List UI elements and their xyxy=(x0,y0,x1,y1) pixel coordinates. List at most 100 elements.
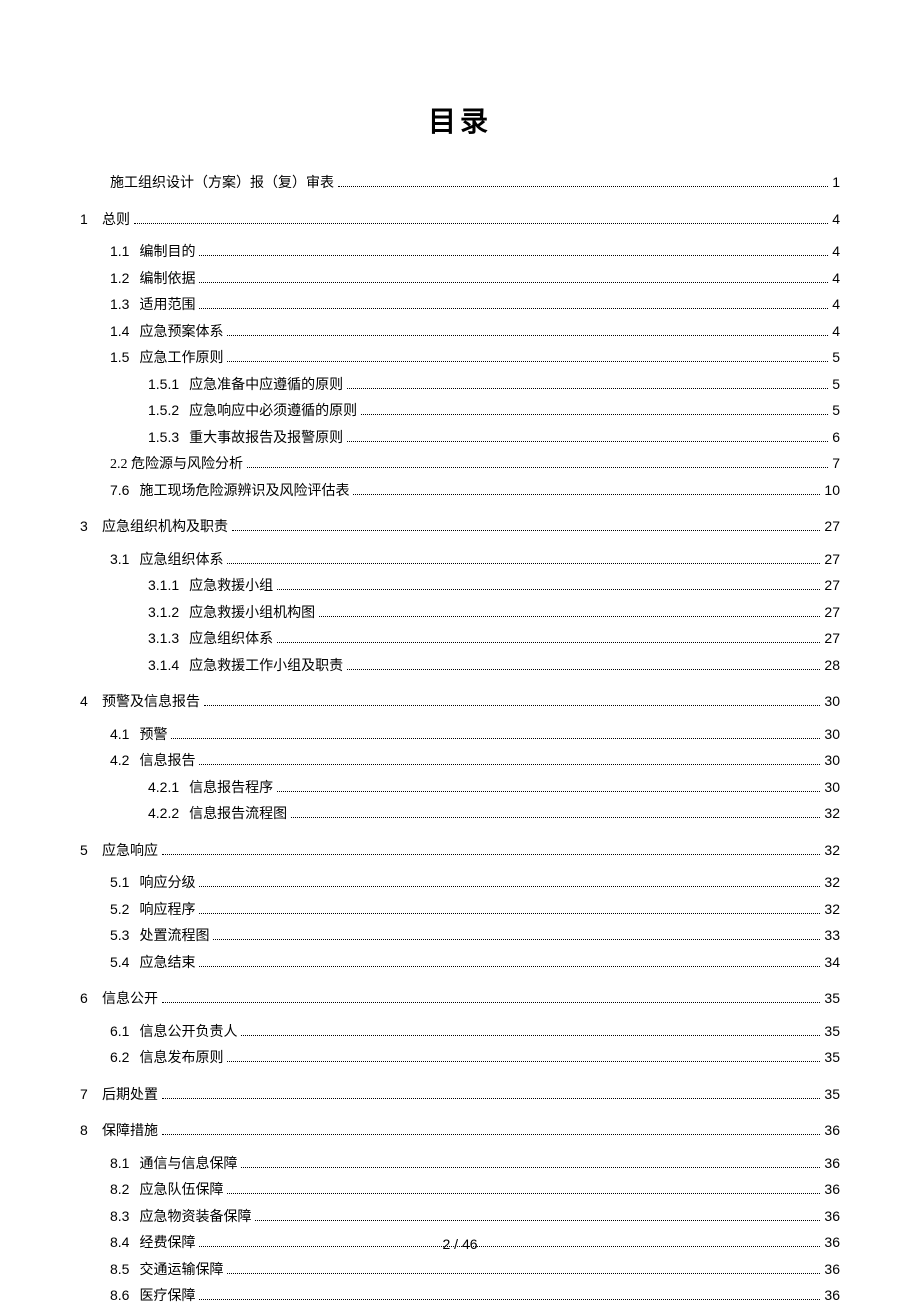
toc-entry: 1.1编制目的4 xyxy=(80,239,840,266)
toc-page-number: 35 xyxy=(824,986,840,1011)
toc-chapter-number: 3 xyxy=(80,514,102,539)
toc-section-title: 编制目的 xyxy=(139,241,195,266)
toc-page-number: 27 xyxy=(824,600,840,625)
toc-leader-dots xyxy=(134,223,828,224)
toc-page-number: 36 xyxy=(824,1151,840,1176)
toc-leader-dots xyxy=(213,939,820,940)
toc-section-number: 3.1 xyxy=(110,547,129,572)
toc-section-number: 5.3 xyxy=(110,923,129,948)
toc-section-title: 信息公开负责人 xyxy=(139,1021,237,1046)
toc-subsection-title: 应急准备中应遵循的原则 xyxy=(189,374,343,399)
toc-page-number: 4 xyxy=(832,207,840,232)
toc-section-title: 信息报告 xyxy=(139,750,195,775)
toc-leader-dots xyxy=(255,1220,820,1221)
toc-subsection-title: 应急救援小组 xyxy=(189,575,273,600)
toc-chapter-title: 信息公开 xyxy=(102,988,158,1013)
toc-section-title: 处置流程图 xyxy=(139,925,209,950)
toc-page-number: 5 xyxy=(832,398,840,423)
toc-entry: 8.3应急物资装备保障36 xyxy=(80,1204,840,1231)
toc-chapter-title: 应急响应 xyxy=(102,840,158,865)
toc-page-number: 4 xyxy=(832,266,840,291)
toc-section-number: 6.1 xyxy=(110,1019,129,1044)
toc-chapter-number: 1 xyxy=(80,207,102,232)
toc-subsection-title: 应急救援工作小组及职责 xyxy=(189,655,343,680)
toc-leader-dots xyxy=(291,817,820,818)
toc-leader-dots xyxy=(319,616,820,617)
toc-entry: 4.2信息报告30 xyxy=(80,748,840,775)
toc-page-number: 28 xyxy=(824,653,840,678)
toc-page-number: 1 xyxy=(832,170,840,195)
toc-entry: 8.5交通运输保障36 xyxy=(80,1257,840,1284)
toc-section-number: 1.1 xyxy=(110,239,129,264)
toc-entry: 4预警及信息报告30 xyxy=(80,689,840,716)
toc-chapter-number: 7 xyxy=(80,1082,102,1107)
toc-section-number: 1.3 xyxy=(110,292,129,317)
toc-section-number: 4.2 xyxy=(110,748,129,773)
toc-entry: 施工组织设计（方案）报（复）审表1 xyxy=(80,170,840,197)
toc-leader-dots xyxy=(162,1134,820,1135)
toc-section-title: 通信与信息保障 xyxy=(139,1153,237,1178)
toc-entry: 3.1.2应急救援小组机构图27 xyxy=(80,600,840,627)
toc-chapter-title: 应急组织机构及职责 xyxy=(102,516,228,541)
toc-chapter-title: 后期处置 xyxy=(102,1084,158,1109)
toc-section-number: 1.2 xyxy=(110,266,129,291)
toc-section-title: 施工现场危险源辨识及风险评估表 xyxy=(139,480,349,505)
toc-entry: 5.3 处置流程图 33 xyxy=(80,923,840,950)
toc-section-number: 5.2 xyxy=(110,897,129,922)
toc-page-number: 27 xyxy=(824,626,840,651)
toc-entry: 1.5.1应急准备中应遵循的原则5 xyxy=(80,372,840,399)
toc-leader-dots xyxy=(227,1061,820,1062)
toc-section-title: 应急工作原则 xyxy=(139,347,223,372)
toc-section-title: 交通运输保障 xyxy=(139,1259,223,1284)
toc-leader-dots xyxy=(241,1035,820,1036)
toc-page-number: 32 xyxy=(824,838,840,863)
toc-section-title: 响应程序 xyxy=(139,899,195,924)
toc-chapter-number: 4 xyxy=(80,689,102,714)
toc-section-title: 编制依据 xyxy=(139,268,195,293)
toc-section-title: 应急物资装备保障 xyxy=(139,1206,251,1231)
toc-entry: 3.1.1应急救援小组27 xyxy=(80,573,840,600)
toc-page-number: 32 xyxy=(824,897,840,922)
toc-page-number: 6 xyxy=(832,425,840,450)
toc-leader-dots xyxy=(277,791,820,792)
toc-section-title: 适用范围 xyxy=(139,294,195,319)
toc-container: 施工组织设计（方案）报（复）审表11总则41.1编制目的41.2编制依据41.3… xyxy=(80,170,840,1310)
toc-subsection-title: 应急救援小组机构图 xyxy=(189,602,315,627)
toc-entry: 6.1信息公开负责人35 xyxy=(80,1019,840,1046)
toc-chapter-number: 6 xyxy=(80,986,102,1011)
toc-section-title: 应急组织体系 xyxy=(139,549,223,574)
toc-entry: 1.5应急工作原则5 xyxy=(80,345,840,372)
toc-subsection-title: 应急组织体系 xyxy=(189,628,273,653)
toc-entry: 1.2 编制依据 4 xyxy=(80,266,840,293)
toc-entry: 6.2信息发布原则35 xyxy=(80,1045,840,1072)
toc-section-number: 1.5 xyxy=(110,345,129,370)
toc-leader-dots xyxy=(199,255,828,256)
toc-section-title: 信息发布原则 xyxy=(139,1047,223,1072)
toc-subsection-number: 1.5.1 xyxy=(148,372,179,397)
toc-section-number: 7.6 xyxy=(110,478,129,503)
toc-page-number: 27 xyxy=(824,573,840,598)
toc-chapter-title: 保障措施 xyxy=(102,1120,158,1145)
toc-leader-dots xyxy=(199,282,828,283)
toc-section-number: 8.3 xyxy=(110,1204,129,1229)
toc-entry: 5.4应急结束34 xyxy=(80,950,840,977)
toc-leader-dots xyxy=(199,913,820,914)
toc-section-title: 2.2 危险源与风险分析 xyxy=(110,453,243,478)
toc-leader-dots xyxy=(232,530,820,531)
toc-section-number: 8.1 xyxy=(110,1151,129,1176)
toc-leader-dots xyxy=(277,642,820,643)
toc-leader-dots xyxy=(347,669,820,670)
toc-entry: 3应急组织机构及职责 27 xyxy=(80,514,840,541)
toc-entry: 4.2.1信息报告程序30 xyxy=(80,775,840,802)
toc-entry: 3.1.4应急救援工作小组及职责28 xyxy=(80,653,840,680)
toc-entry: 8.2应急队伍保障36 xyxy=(80,1177,840,1204)
toc-page-number: 35 xyxy=(824,1045,840,1070)
toc-page-number: 27 xyxy=(824,547,840,572)
toc-page-number: 33 xyxy=(824,923,840,948)
toc-page-number: 27 xyxy=(824,514,840,539)
toc-leader-dots xyxy=(227,361,828,362)
toc-entry: 2.2 危险源与风险分析7 xyxy=(80,451,840,478)
toc-subsection-number: 4.2.2 xyxy=(148,801,179,826)
toc-chapter-number: 8 xyxy=(80,1118,102,1143)
toc-leader-dots xyxy=(361,414,828,415)
